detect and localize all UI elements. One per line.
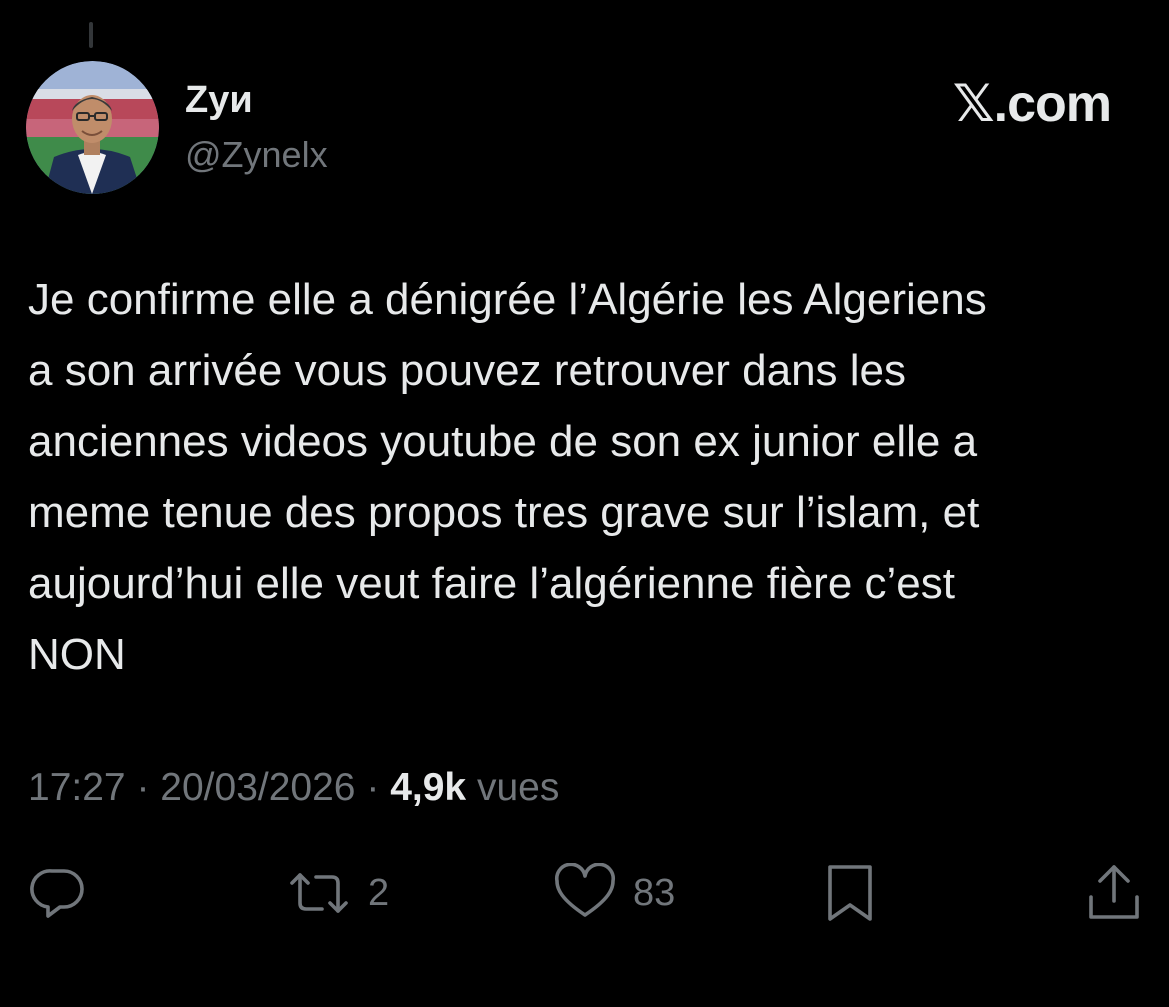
- heart-icon: [554, 863, 616, 917]
- views-count[interactable]: 4,9k: [390, 766, 466, 809]
- avatar-image: [26, 61, 159, 194]
- bookmark-icon: [828, 865, 872, 921]
- like-count: 83: [633, 871, 676, 914]
- share-icon: [1089, 865, 1139, 919]
- like-button[interactable]: 83: [553, 858, 675, 928]
- avatar[interactable]: [26, 61, 159, 194]
- reply-button[interactable]: [28, 858, 88, 928]
- reply-icon: [30, 869, 84, 918]
- author-handle[interactable]: @Zynelx: [185, 133, 328, 177]
- repost-button[interactable]: 2: [286, 858, 389, 928]
- tweet-meta: 17:27 · 20/03/2026 · 4,9k vues: [28, 764, 559, 812]
- tweet-time[interactable]: 17:27: [28, 766, 126, 809]
- share-button[interactable]: [1085, 858, 1143, 928]
- tweet-date[interactable]: 20/03/2026: [160, 766, 355, 809]
- brand-logo: 𝕏.com: [952, 75, 1112, 133]
- tweet-text: Je confirme elle a dénigrée l’Algérie le…: [28, 275, 987, 679]
- repost-count: 2: [368, 871, 390, 914]
- action-bar: 2 83: [0, 858, 1169, 928]
- thread-connector-line: [89, 22, 93, 48]
- author-name[interactable]: Zyи: [185, 78, 253, 122]
- repost-icon: [290, 873, 348, 913]
- meta-separator: ·: [136, 766, 150, 809]
- bookmark-button[interactable]: [824, 858, 876, 928]
- views-label: vues: [476, 766, 560, 809]
- meta-separator: ·: [366, 766, 380, 809]
